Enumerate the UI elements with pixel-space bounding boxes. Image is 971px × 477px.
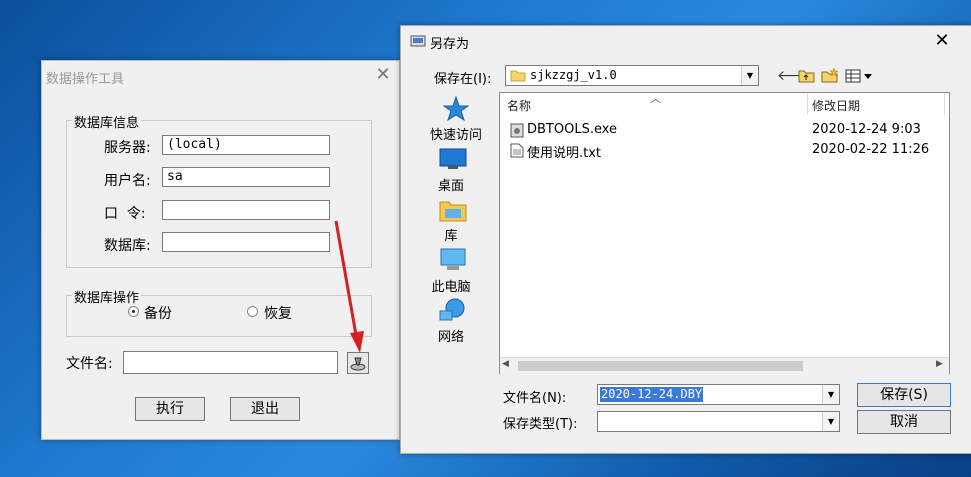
up-folder-icon[interactable] [798, 68, 816, 84]
scroll-left-icon[interactable]: ◀ [502, 359, 509, 369]
app-icon [410, 35, 426, 47]
column-header-name[interactable]: 名称 [507, 97, 531, 114]
new-folder-icon[interactable] [821, 67, 839, 84]
column-divider [807, 93, 808, 115]
list-item[interactable]: DBTOOLS.exe 2020-12-24 9:03 [508, 122, 948, 140]
username-input[interactable]: sa [162, 167, 330, 187]
file-date: 2020-12-24 9:03 [812, 122, 921, 137]
server-input[interactable]: (local) [162, 135, 330, 155]
desktop-icon [439, 148, 467, 169]
password-label: 口 令: [104, 206, 146, 222]
restore-radio[interactable] [247, 306, 258, 317]
scroll-right-icon[interactable]: ▶ [936, 359, 943, 369]
filename-label: 文件名(N): [503, 391, 567, 406]
execute-button[interactable]: 执行 [135, 397, 205, 421]
folder-icon [510, 70, 526, 82]
file-list[interactable]: 名称 ︿ 修改日期 DBTOOLS.exe 2020-12-24 9:03 使用… [499, 92, 950, 374]
db-ops-legend: 数据库操作 [72, 287, 142, 306]
computer-icon [440, 248, 466, 270]
cancel-button[interactable]: 取消 [857, 410, 951, 434]
database-input[interactable] [162, 232, 330, 252]
password-input[interactable] [162, 200, 330, 220]
place-this-pc[interactable]: 此电脑 [419, 276, 483, 295]
exe-file-icon [510, 123, 524, 138]
filetype-combo[interactable]: ▼ [597, 411, 840, 432]
dialog-title: 数据操作工具 [46, 72, 125, 87]
text-file-icon [510, 143, 524, 158]
scrollbar-thumb[interactable] [518, 361, 803, 371]
horizontal-scrollbar[interactable]: ◀ ▶ [500, 357, 949, 374]
filename-label: 文件名: [66, 356, 113, 372]
chevron-down-icon[interactable]: ▼ [822, 385, 839, 404]
place-library[interactable]: 库 [419, 225, 483, 244]
dialog-title: 另存为 [430, 37, 470, 52]
file-date: 2020-02-22 11:26 [812, 142, 930, 157]
sort-up-icon: ︿ [650, 92, 661, 105]
place-desktop[interactable]: 桌面 [419, 175, 483, 194]
database-label: 数据库: [104, 238, 151, 254]
save-in-combo[interactable]: sjkzzgj_v1.0 ▼ [505, 65, 759, 86]
network-icon [439, 298, 465, 321]
db-info-legend: 数据库信息 [72, 112, 142, 131]
save-in-value: sjkzzgj_v1.0 [530, 68, 617, 82]
file-name: 使用说明.txt [527, 146, 602, 161]
backup-label[interactable]: 备份 [144, 303, 172, 323]
filename-value: 2020-12-24.DBY [600, 387, 704, 402]
filename-input[interactable] [123, 351, 338, 374]
save-in-label: 保存在(I): [434, 72, 492, 87]
save-button[interactable]: 保存(S) [857, 383, 951, 407]
save-as-dialog: 另存为 ✕ 保存在(I): sjkzzgj_v1.0 ▼ 🡐 快速访问 桌面 库 [400, 25, 971, 454]
file-name: DBTOOLS.exe [527, 122, 618, 137]
backup-radio[interactable] [128, 306, 139, 317]
close-icon[interactable]: ✕ [931, 30, 953, 52]
server-label: 服务器: [104, 140, 151, 156]
filename-combo[interactable]: 2020-12-24.DBY ▼ [597, 384, 840, 405]
user-label: 用户名: [104, 173, 151, 189]
exit-button[interactable]: 退出 [230, 397, 300, 421]
chevron-down-icon[interactable]: ▼ [741, 66, 758, 85]
view-menu-icon[interactable] [845, 69, 873, 83]
column-divider [944, 93, 945, 115]
close-icon[interactable]: ✕ [373, 65, 393, 85]
restore-label[interactable]: 恢复 [264, 303, 292, 323]
filetype-label: 保存类型(T): [503, 417, 578, 432]
star-icon [443, 96, 469, 122]
column-header-date[interactable]: 修改日期 [812, 97, 860, 114]
annotation-arrow [334, 220, 364, 353]
list-item[interactable]: 使用说明.txt 2020-02-22 11:26 [508, 142, 948, 161]
place-network[interactable]: 网络 [419, 326, 483, 345]
place-quick-access[interactable]: 快速访问 [424, 124, 488, 143]
library-icon [439, 201, 467, 222]
chevron-down-icon[interactable]: ▼ [822, 412, 839, 431]
